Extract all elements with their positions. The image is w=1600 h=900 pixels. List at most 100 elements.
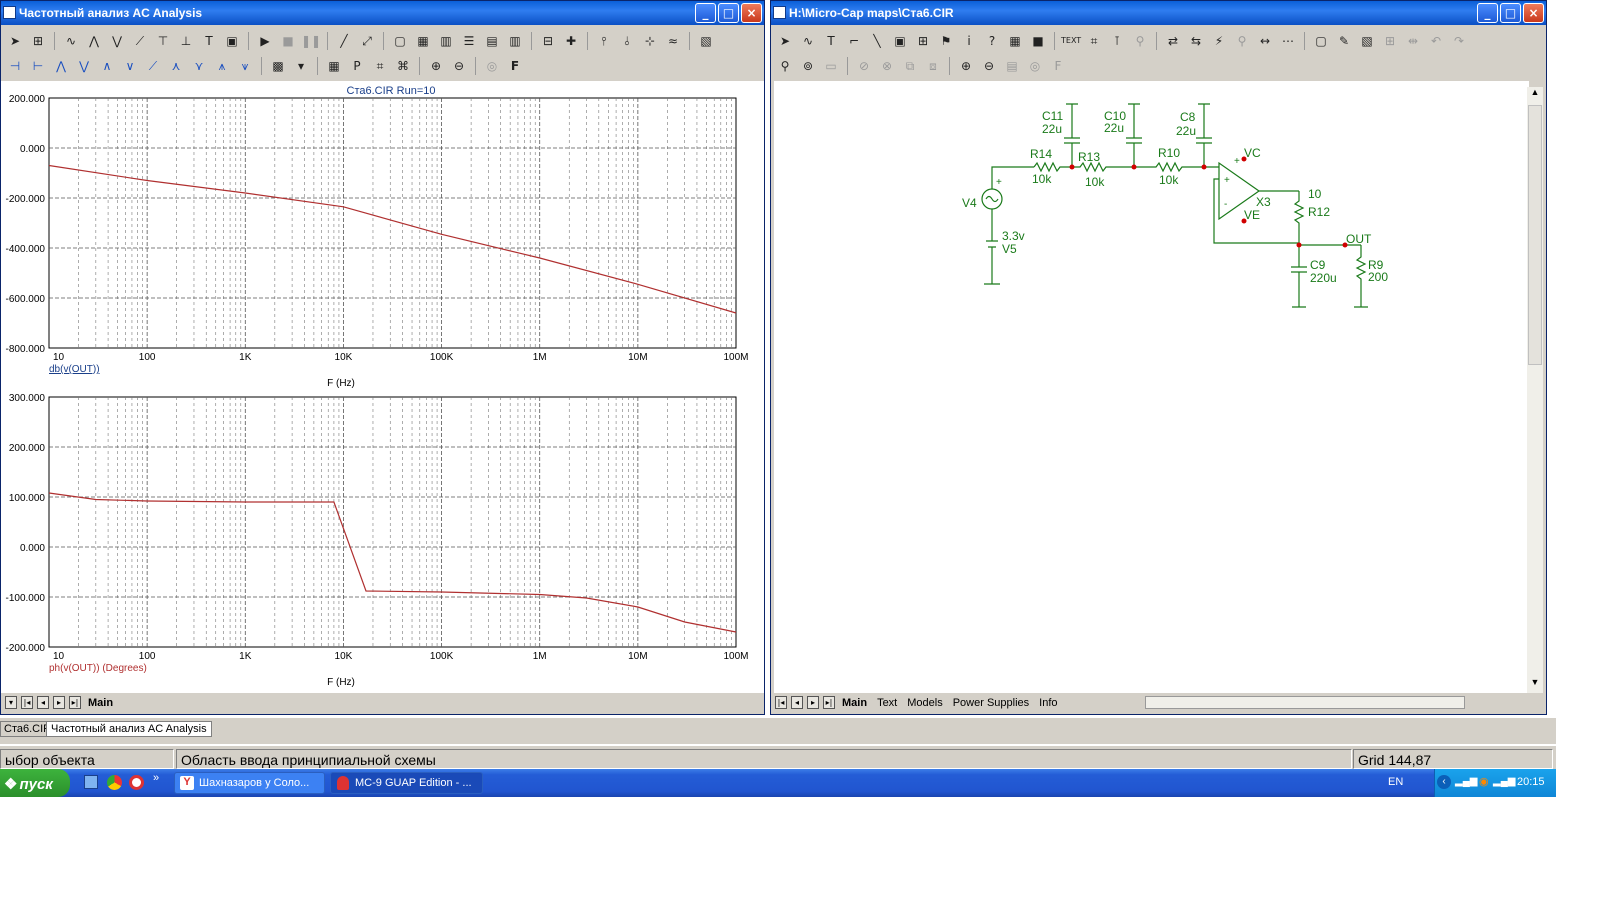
tab-power-supplies[interactable]: Power Supplies bbox=[950, 697, 1032, 709]
tab-text[interactable]: Text bbox=[874, 697, 900, 709]
scroll-thumb[interactable] bbox=[1528, 105, 1542, 365]
low-icon[interactable]: ⊥ bbox=[176, 31, 196, 51]
edit-component-icon[interactable]: ✎ bbox=[1334, 31, 1354, 51]
bring-front-icon[interactable]: ⧉ bbox=[900, 56, 920, 76]
clock[interactable]: 20:15 bbox=[1517, 776, 1545, 788]
schematic-canvas[interactable]: C11 22u C10 22u C8 22u R14 10k R13 10k R… bbox=[774, 81, 1529, 693]
warning-icon[interactable]: ⊘ bbox=[854, 56, 874, 76]
maximize-button[interactable]: □ bbox=[718, 3, 739, 23]
task-microcap[interactable]: MC-9 GUAP Edition - ... bbox=[330, 772, 483, 794]
font-icon[interactable]: F bbox=[1048, 56, 1068, 76]
cursor-b-icon[interactable]: ⫰ bbox=[617, 31, 637, 51]
component-icon[interactable]: ▣ bbox=[890, 31, 910, 51]
tab-main[interactable]: Main bbox=[85, 697, 116, 709]
network-icon[interactable]: ▂▄▆ bbox=[1455, 776, 1477, 787]
cursor-left-icon[interactable]: ⊣ bbox=[5, 56, 25, 76]
close-button[interactable]: × bbox=[741, 3, 762, 23]
minimize-button[interactable]: _ bbox=[1477, 3, 1498, 23]
pin-icon[interactable]: ⚲ bbox=[1130, 31, 1150, 51]
cross-icon[interactable]: ✚ bbox=[561, 31, 581, 51]
tray-expand-icon[interactable]: ‹ bbox=[1437, 775, 1451, 789]
high-find-icon[interactable]: ⋏ bbox=[166, 56, 186, 76]
select-arrow-icon[interactable]: ➤ bbox=[775, 31, 795, 51]
run-icon[interactable]: ▶ bbox=[255, 31, 275, 51]
text-tool-icon[interactable]: T bbox=[821, 31, 841, 51]
analysis-window-titlebar[interactable]: Частотный анализ AC Analysis _ □ × bbox=[1, 1, 764, 25]
error-icon[interactable]: ⊗ bbox=[877, 56, 897, 76]
dropdown-chevron-icon[interactable]: ▾ bbox=[291, 56, 311, 76]
tab-main[interactable]: Main bbox=[839, 697, 870, 709]
vgrid-icon[interactable]: ▤ bbox=[482, 31, 502, 51]
scroll-up-arrow-icon[interactable]: ▲ bbox=[1527, 87, 1543, 103]
horizontal-scrollbar[interactable] bbox=[1144, 696, 1465, 709]
close-button[interactable]: × bbox=[1523, 3, 1544, 23]
shape-icon[interactable]: ▭ bbox=[821, 56, 841, 76]
hgrid-icon[interactable]: ☰ bbox=[459, 31, 479, 51]
page-last-button[interactable]: ▸| bbox=[69, 696, 81, 709]
grid-icon[interactable]: ▦ bbox=[413, 31, 433, 51]
valley-icon[interactable]: ⋁ bbox=[107, 31, 127, 51]
performance-icon[interactable]: P bbox=[347, 56, 367, 76]
doc-tab-analysis[interactable]: Частотный анализ AC Analysis bbox=[46, 721, 212, 737]
page-next-button[interactable]: ▸ bbox=[53, 696, 65, 709]
slope-find-icon[interactable]: ⟋ bbox=[143, 56, 163, 76]
page-prev-button[interactable]: |◂ bbox=[21, 696, 33, 709]
zoom-in-icon[interactable]: ⊕ bbox=[426, 56, 446, 76]
peak-find-icon[interactable]: ⋀ bbox=[51, 56, 71, 76]
plot-box-icon[interactable]: ⊟ bbox=[538, 31, 558, 51]
send-back-icon[interactable]: ⧈ bbox=[923, 56, 943, 76]
chrome-icon[interactable] bbox=[107, 775, 122, 790]
flag-icon[interactable]: ⚑ bbox=[936, 31, 956, 51]
calculator-icon[interactable]: ▩ bbox=[268, 56, 288, 76]
line-tool-icon[interactable]: ╱ bbox=[334, 31, 354, 51]
minimize-button[interactable]: _ bbox=[695, 3, 716, 23]
page-next-button[interactable]: ▸ bbox=[807, 696, 819, 709]
task-yandex[interactable]: Y Шахназаров у Соло... bbox=[174, 772, 325, 794]
settings-icon[interactable]: ▧ bbox=[1357, 31, 1377, 51]
fft-window-icon[interactable]: ⌘ bbox=[393, 56, 413, 76]
page-back-button[interactable]: ◂ bbox=[37, 696, 49, 709]
sep-grid-icon[interactable]: ▥ bbox=[505, 31, 525, 51]
show-desktop-icon[interactable] bbox=[84, 775, 98, 789]
peak-icon[interactable]: ⋀ bbox=[84, 31, 104, 51]
globe-icon[interactable]: ◎ bbox=[482, 56, 502, 76]
cursor-right-icon[interactable]: ⊢ bbox=[28, 56, 48, 76]
info-icon[interactable]: i bbox=[959, 31, 979, 51]
next-valley-icon[interactable]: ∨ bbox=[120, 56, 140, 76]
page-last-button[interactable]: ▸| bbox=[823, 696, 835, 709]
language-indicator[interactable]: EN bbox=[1388, 776, 1403, 788]
avast-icon[interactable]: ◉ bbox=[1479, 775, 1489, 788]
page-prev-button[interactable]: ◂ bbox=[791, 696, 803, 709]
power-icon[interactable]: ⇆ bbox=[1186, 31, 1206, 51]
low-find-icon[interactable]: ⋎ bbox=[189, 56, 209, 76]
component-menu-icon[interactable]: ⊞ bbox=[913, 31, 933, 51]
attribute-text-icon[interactable]: TEXT bbox=[1061, 31, 1081, 51]
page-first-button[interactable]: |◂ bbox=[775, 696, 787, 709]
fft-icon[interactable]: ⌗ bbox=[370, 56, 390, 76]
tool-menu-icon[interactable]: ⊞ bbox=[28, 31, 48, 51]
analysis-limits-icon[interactable]: ▧ bbox=[696, 31, 716, 51]
current-icon[interactable]: ⇄ bbox=[1163, 31, 1183, 51]
zoom-out-icon[interactable]: ⊖ bbox=[979, 56, 999, 76]
signal-icon[interactable]: ▂▄▆ bbox=[1493, 776, 1515, 787]
properties-icon[interactable]: ▣ bbox=[222, 31, 242, 51]
diagonal-tool-icon[interactable]: ⤢ bbox=[357, 31, 377, 51]
vertical-scrollbar[interactable]: ▲ ▼ bbox=[1527, 87, 1543, 693]
table-icon[interactable]: ▦ bbox=[324, 56, 344, 76]
undo-icon[interactable]: ↶ bbox=[1426, 31, 1446, 51]
select-arrow-icon[interactable]: ➤ bbox=[5, 31, 25, 51]
redo-icon[interactable]: ↷ bbox=[1449, 31, 1469, 51]
maximize-button[interactable]: □ bbox=[1500, 3, 1521, 23]
slope-icon[interactable]: ⟋ bbox=[130, 31, 150, 51]
wire-icon[interactable]: ∿ bbox=[798, 31, 818, 51]
high-icon[interactable]: ⊤ bbox=[153, 31, 173, 51]
picture-icon[interactable]: ▤ bbox=[1002, 56, 1022, 76]
node-numbers-icon[interactable]: ⌗ bbox=[1084, 31, 1104, 51]
stop-icon[interactable]: ■ bbox=[278, 31, 298, 51]
font-icon[interactable]: F bbox=[505, 56, 525, 76]
frame-icon[interactable]: ▢ bbox=[390, 31, 410, 51]
cursor-a-icon[interactable]: ⫯ bbox=[594, 31, 614, 51]
plot-area[interactable]: Ста6.CIR Run=10 10 100 1K 10K 100K 1M 10M 100M 20… bbox=[1, 81, 764, 693]
zoom-out-icon[interactable]: ⊖ bbox=[449, 56, 469, 76]
cursor-c-icon[interactable]: ⊹ bbox=[640, 31, 660, 51]
